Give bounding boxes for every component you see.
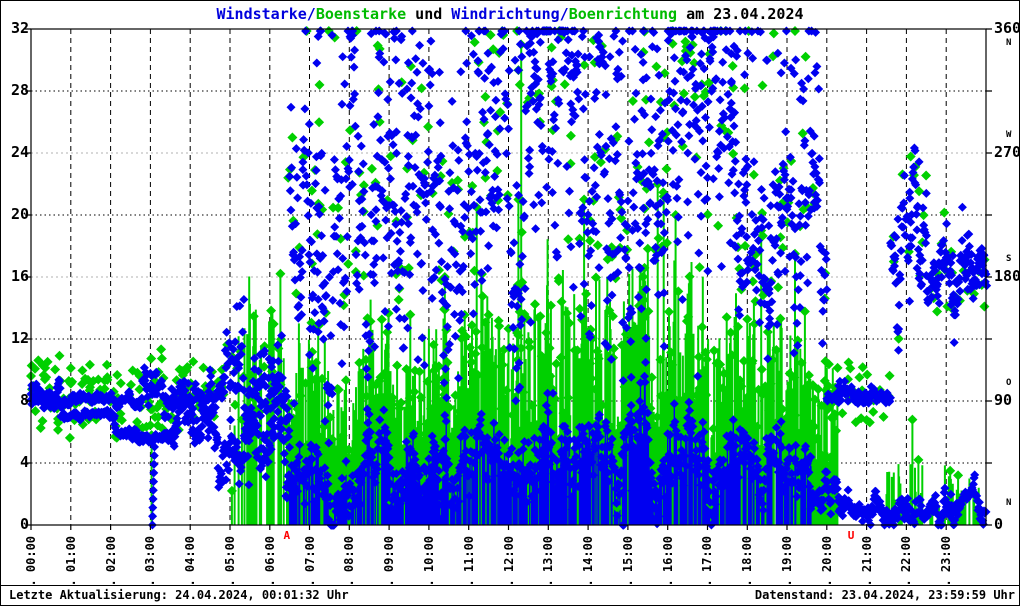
status-bar: Letzte Aktualisierung: 24.04.2024, 00:01… bbox=[1, 585, 1019, 605]
y-left-tick-label: 8 bbox=[19, 391, 29, 409]
sunrise-marker: A bbox=[283, 529, 291, 542]
y-left-tick-label: 0 bbox=[19, 515, 29, 533]
y-left-tick-label: 12 bbox=[10, 329, 29, 347]
compass-letter: N bbox=[1006, 498, 1012, 508]
compass-letter: O bbox=[1006, 378, 1012, 388]
y-left-tick-label: 4 bbox=[19, 453, 29, 471]
y-left-tick-label: 32 bbox=[10, 19, 29, 37]
y-left-tick-label: 16 bbox=[10, 267, 29, 285]
chart-window: Windstarke/Boenstarke und Windrichtung/B… bbox=[0, 0, 1020, 606]
y-left-tick-label: 24 bbox=[10, 143, 29, 161]
chart-canvas bbox=[25, 26, 992, 530]
y-right-tick-label: 180 bbox=[994, 267, 1020, 285]
compass-letter: S bbox=[1006, 254, 1012, 264]
compass-letter: W bbox=[1006, 130, 1012, 140]
y-right-tick-label: 0 bbox=[994, 515, 1004, 533]
y-left-tick-label: 28 bbox=[10, 81, 29, 99]
y-right-tick-label: 270 bbox=[994, 143, 1020, 161]
y-right-tick-label: 360 bbox=[994, 19, 1020, 37]
last-update-text: Letzte Aktualisierung: 24.04.2024, 00:01… bbox=[9, 588, 349, 602]
data-state-text: Datenstand: 23.04.2024, 23:59:59 Uhr bbox=[754, 588, 1015, 602]
y-right-tick-label: 90 bbox=[994, 391, 1013, 409]
y-left-tick-label: 20 bbox=[10, 205, 29, 223]
compass-letter: N bbox=[1006, 38, 1012, 48]
sunset-marker: U bbox=[847, 529, 855, 542]
